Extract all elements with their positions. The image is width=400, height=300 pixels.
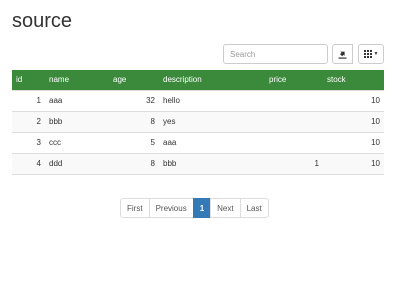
column-header-price[interactable]: price: [265, 70, 323, 90]
cell-id: 1: [12, 89, 45, 111]
table-header-row: id name age description price stock: [12, 70, 384, 90]
column-header-age[interactable]: age: [109, 70, 159, 90]
page-next-button[interactable]: Next: [210, 198, 241, 218]
cell-name: aaa: [45, 89, 109, 111]
pagination: First Previous 1 Next Last: [120, 198, 269, 218]
cell-name: bbb: [45, 110, 109, 132]
cell-age: 8: [109, 110, 159, 132]
page-last-button[interactable]: Last: [239, 198, 269, 218]
cell-price: [265, 131, 323, 153]
cell-id: 2: [12, 110, 45, 132]
column-header-name[interactable]: name: [45, 70, 109, 90]
cell-price: [265, 89, 323, 111]
table-row[interactable]: 3 ccc 5 aaa 10: [12, 131, 384, 153]
cell-description: hello: [159, 89, 265, 111]
cell-stock: 10: [323, 110, 384, 132]
cell-stock: 10: [323, 89, 384, 111]
cell-stock: 10: [323, 152, 384, 175]
cell-description: bbb: [159, 152, 265, 175]
cell-price: 1: [265, 152, 323, 175]
cell-age: 32: [109, 89, 159, 111]
page-previous-button[interactable]: Previous: [148, 198, 194, 218]
cell-name: ccc: [45, 131, 109, 153]
table-row[interactable]: 1 aaa 32 hello 10: [12, 89, 384, 111]
export-icon: [338, 51, 347, 59]
chevron-down-icon: ▼: [373, 51, 379, 57]
columns-toggle-button[interactable]: ▼: [358, 44, 384, 64]
export-button[interactable]: [332, 44, 353, 64]
cell-price: [265, 110, 323, 132]
cell-name: ddd: [45, 152, 109, 175]
data-table: id name age description price stock 1 aa…: [12, 70, 384, 175]
table-row[interactable]: 2 bbb 8 yes 10: [12, 110, 384, 132]
column-header-stock[interactable]: stock: [323, 70, 384, 90]
table-row[interactable]: 4 ddd 8 bbb 1 10: [12, 152, 384, 175]
cell-stock: 10: [323, 131, 384, 153]
grid-icon: [363, 50, 372, 58]
cell-description: aaa: [159, 131, 265, 153]
cell-id: 4: [12, 152, 45, 175]
cell-description: yes: [159, 110, 265, 132]
column-header-id[interactable]: id: [12, 70, 45, 90]
page-number-current[interactable]: 1: [192, 198, 212, 218]
cell-id: 3: [12, 131, 45, 153]
cell-age: 8: [109, 152, 159, 175]
column-header-description[interactable]: description: [159, 70, 265, 90]
page-title: source: [12, 10, 73, 32]
cell-age: 5: [109, 131, 159, 153]
search-input[interactable]: [223, 44, 328, 64]
page-first-button[interactable]: First: [120, 198, 150, 218]
